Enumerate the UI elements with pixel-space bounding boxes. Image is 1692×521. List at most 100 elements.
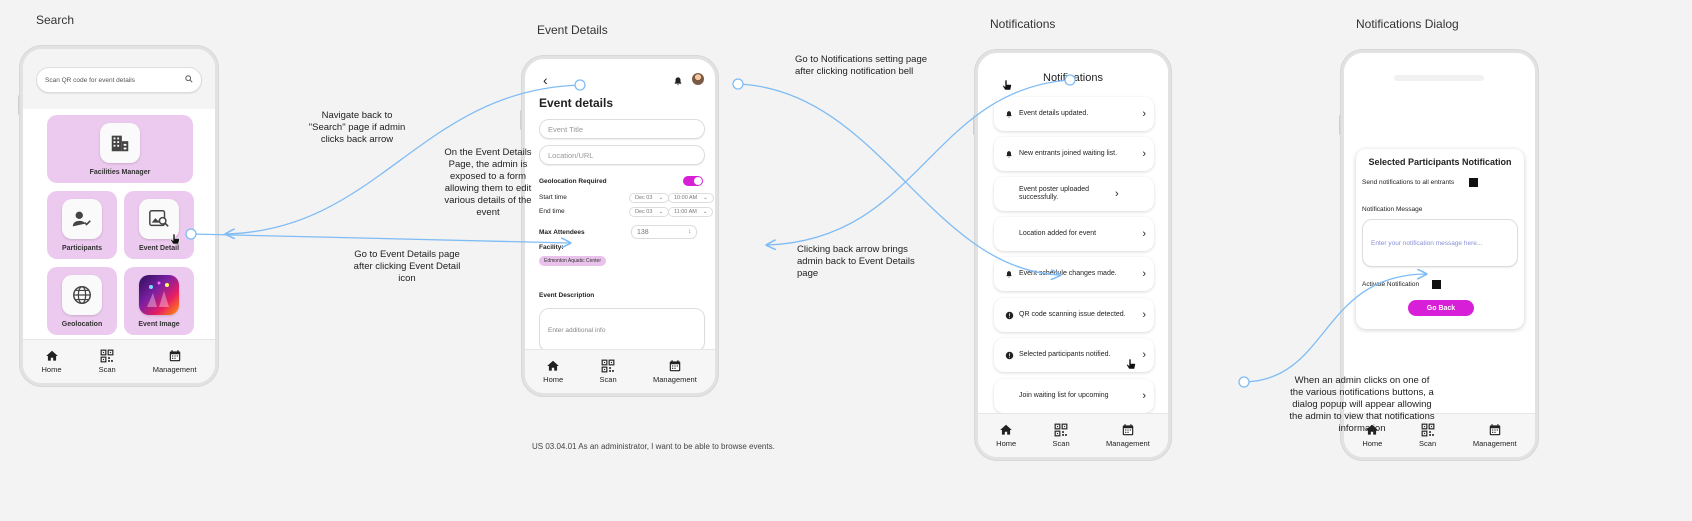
notification-message-input[interactable]: Enter your notification message here... (1362, 219, 1518, 267)
dialog-title: Selected Participants Notification (1368, 157, 1512, 167)
qr-code-icon (601, 359, 615, 373)
notification-item[interactable]: New entrants joined waiting list. › (994, 137, 1154, 171)
annotation-nav-back: Navigate back to "Search" page if admin … (308, 110, 406, 145)
dialog-handle (1394, 75, 1484, 81)
max-attendees-stepper[interactable]: 138 ↕ (631, 225, 697, 239)
facilities-manager-tile[interactable]: Facilities Manager (47, 115, 193, 183)
message-label: Notification Message (1362, 206, 1423, 213)
person-check-icon (62, 199, 102, 239)
nav-home[interactable]: Home (543, 359, 563, 384)
activate-checkbox[interactable] (1432, 280, 1441, 289)
bell-icon (1004, 270, 1014, 279)
notification-item[interactable]: Join waiting list for upcoming › (994, 379, 1154, 413)
geolocation-tile[interactable]: Geolocation (47, 267, 117, 335)
nav-home[interactable]: Home (42, 349, 62, 374)
nav-scan-label: Scan (1419, 439, 1437, 448)
start-date-select[interactable]: Dec 03 ⌄ (629, 193, 670, 203)
qr-code-icon (100, 349, 114, 363)
notification-label: Location added for event (1019, 230, 1097, 237)
nav-management[interactable]: Management (1106, 423, 1150, 448)
search-input[interactable]: Scan QR code for event details (36, 67, 202, 93)
nav-management-label: Management (1472, 439, 1517, 448)
calendar-icon (169, 350, 180, 362)
concert-image (139, 275, 179, 315)
notification-label: Event details updated. (1019, 110, 1089, 117)
nav-home-label: Home (41, 365, 62, 374)
user-story-caption: US 03.04.01 As an administrator, I want … (532, 442, 775, 451)
bottom-navbar: Home Scan Management (23, 339, 215, 383)
send-all-checkbox[interactable] (1469, 178, 1478, 187)
annotation-go-details: Go to Event Details page after clicking … (353, 249, 461, 284)
annotation-back-arrow: Clicking back arrow brings admin back to… (797, 244, 915, 279)
nav-management[interactable]: Management (653, 359, 697, 384)
nav-scan[interactable]: Scan (600, 359, 617, 384)
globe-icon (62, 275, 102, 315)
event-image-tile[interactable]: Event Image (124, 267, 194, 335)
chevron-down-icon: ⌄ (702, 209, 708, 215)
event-detail-tile[interactable]: Event Detail (124, 191, 194, 259)
avatar[interactable] (692, 73, 704, 85)
bell-icon (1004, 150, 1014, 159)
facilities-manager-label: Facilities Manager (89, 169, 151, 176)
max-attendees-value: 138 (637, 228, 649, 236)
start-time-value: 10:00 AM (674, 195, 698, 201)
chevron-right-icon: › (1142, 268, 1146, 280)
notification-item[interactable]: Location added for event › (994, 217, 1154, 251)
end-time-select[interactable]: 11:00 AM ⌄ (668, 207, 714, 217)
event-description-label: Event Description (539, 292, 595, 299)
notification-label: QR code scanning issue detected. (1019, 311, 1126, 318)
notification-item[interactable]: QR code scanning issue detected. › (994, 298, 1154, 332)
geolocation-required-label: Geolocation Required (539, 178, 607, 185)
connector-to-event-details (190, 233, 570, 243)
event-details-phone: ‹ Event details Event Title Location/URL… (522, 56, 718, 396)
event-image-label: Event Image (138, 321, 180, 328)
event-details-screen-title: Event Details (537, 23, 608, 37)
go-back-button[interactable]: Go Back (1408, 300, 1474, 316)
nav-management-label: Management (1106, 439, 1150, 448)
bottom-navbar: Home Scan Management (525, 349, 715, 393)
start-time-select[interactable]: 10:00 AM ⌄ (668, 193, 714, 203)
calendar-icon (669, 360, 681, 372)
notification-label: Event schedule changes made. (1019, 270, 1117, 277)
annotation-dialog-info: When an admin clicks on one of the vario… (1289, 375, 1435, 434)
notifications-dialog-screen-title: Notifications Dialog (1356, 17, 1459, 31)
geolocation-label: Geolocation (61, 321, 103, 328)
max-attendees-label: Max Attendees (539, 229, 585, 236)
nav-management[interactable]: Management (1473, 423, 1517, 448)
nav-management[interactable]: Management (153, 349, 196, 374)
participants-tile[interactable]: Participants (47, 191, 117, 259)
notification-item[interactable]: Event schedule changes made. › (994, 257, 1154, 291)
qr-code-icon (1054, 423, 1068, 437)
event-title-input[interactable]: Event Title (539, 119, 705, 139)
building-icon (100, 123, 140, 163)
notifications-phone: Notifications Event details updated. › N… (975, 50, 1171, 460)
geolocation-toggle[interactable] (683, 176, 703, 186)
home-icon (1000, 424, 1013, 435)
annotation-go-notifications: Go to Notifications setting page after c… (795, 54, 928, 77)
notification-item[interactable]: Event details updated. › (994, 97, 1154, 131)
notification-label: Selected participants notified. (1019, 351, 1111, 358)
nav-home[interactable]: Home (996, 423, 1016, 448)
event-description-input[interactable]: Enter additional info (539, 308, 705, 352)
alert-icon (1004, 351, 1014, 360)
hand-cursor-icon (170, 232, 180, 250)
notification-label: New entrants joined waiting list. (1019, 150, 1118, 157)
hand-cursor-icon (1002, 78, 1012, 96)
chevron-down-icon: ⌄ (703, 195, 708, 201)
send-all-label: Send notifications to all entrants (1362, 179, 1455, 186)
hand-cursor-icon (1126, 357, 1136, 375)
start-date-value: Dec 03 (635, 195, 653, 201)
facility-chip[interactable]: Edmonton Aquatic Center (539, 256, 606, 266)
location-input[interactable]: Location/URL (539, 145, 705, 165)
nav-scan[interactable]: Scan (99, 349, 116, 374)
search-icon[interactable] (185, 75, 193, 85)
notification-item[interactable]: Event poster uploaded successfully. › (994, 177, 1154, 211)
home-icon (547, 360, 560, 371)
back-arrow-icon[interactable]: ‹ (543, 73, 548, 87)
nav-scan[interactable]: Scan (1053, 423, 1070, 448)
nav-management-label: Management (653, 375, 697, 384)
end-date-select[interactable]: Dec 03 ⌄ (629, 207, 670, 217)
notification-bell-icon[interactable] (673, 74, 683, 92)
nav-home-label: Home (543, 375, 564, 384)
nav-scan-label: Scan (599, 375, 617, 384)
